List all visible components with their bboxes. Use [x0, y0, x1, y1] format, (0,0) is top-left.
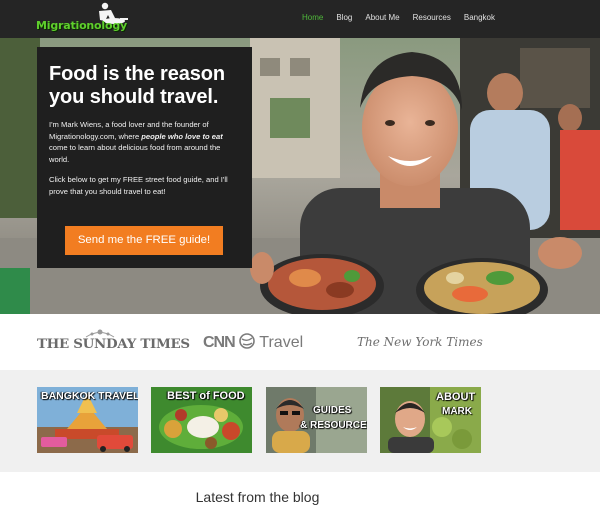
nav-item-about-me[interactable]: About Me: [365, 13, 399, 22]
tile-mark-label: MARK: [442, 406, 472, 417]
nav-item-home[interactable]: Home: [302, 13, 323, 22]
hero-text-box: Food is the reason you should travel. I'…: [37, 47, 252, 268]
tile-about-mark[interactable]: ABOUT MARK: [380, 387, 481, 453]
main-nav: Home Blog About Me Resources Bangkok: [302, 13, 508, 22]
nav-item-resources[interactable]: Resources: [413, 13, 451, 22]
free-guide-button[interactable]: Send me the FREE guide!: [65, 226, 223, 255]
tile-guides-label: GUIDES: [313, 405, 352, 416]
hero-title-line-1: Food is the reason: [49, 63, 226, 85]
tile-about-label: ABOUT: [436, 391, 476, 403]
sunday-times-logo: THE SUNDAY TIMES: [37, 336, 190, 352]
hero-intro-emphasis: people who love to eat: [141, 131, 223, 141]
tile-guides-resources[interactable]: GUIDES & RESOURCES: [266, 387, 367, 453]
tile-bangkok-label: BANGKOK TRAVEL: [41, 390, 138, 402]
hero-title: Food is the reason you should travel.: [49, 63, 240, 109]
feature-tiles: BANGKOK TRAVEL BEST of FOOD GUIDES & RES…: [0, 370, 600, 472]
nav-item-bangkok[interactable]: Bangkok: [464, 13, 495, 22]
hero-intro: I'm Mark Wiens, a food lover and the fou…: [49, 119, 240, 165]
cnn-logo-text: CNN: [203, 334, 236, 351]
hero-paragraph-2: Click below to get my FREE street food g…: [49, 175, 228, 196]
tile-food-label: BEST of FOOD: [167, 390, 245, 402]
logo-text: Migrationology: [36, 19, 127, 32]
new-york-times-logo: The New York Times: [357, 335, 483, 349]
site-logo[interactable]: Migrationology: [36, 2, 132, 36]
hero-section: Food is the reason you should travel. I'…: [0, 38, 600, 314]
press-logos-strip: THE SUNDAY TIMES CNN Travel The New York…: [0, 314, 600, 370]
tile-bangkok-travel[interactable]: BANGKOK TRAVEL: [37, 387, 138, 453]
cnn-travel-logo: CNN Travel: [203, 333, 303, 352]
hero-intro-end: come to learn about delicious food from …: [49, 143, 221, 164]
tile-best-of-food[interactable]: BEST of FOOD: [151, 387, 252, 453]
tile-resources-label: & RESOURCES: [300, 420, 367, 431]
nav-item-blog[interactable]: Blog: [336, 13, 352, 22]
cnn-travel-text: Travel: [259, 334, 304, 351]
top-navigation-bar: Migrationology Home Blog About Me Resour…: [0, 0, 600, 38]
hero-title-line-2: you should travel.: [49, 86, 219, 108]
globe-icon: [239, 333, 255, 349]
latest-from-blog-heading: Latest from the blog: [195, 489, 320, 505]
